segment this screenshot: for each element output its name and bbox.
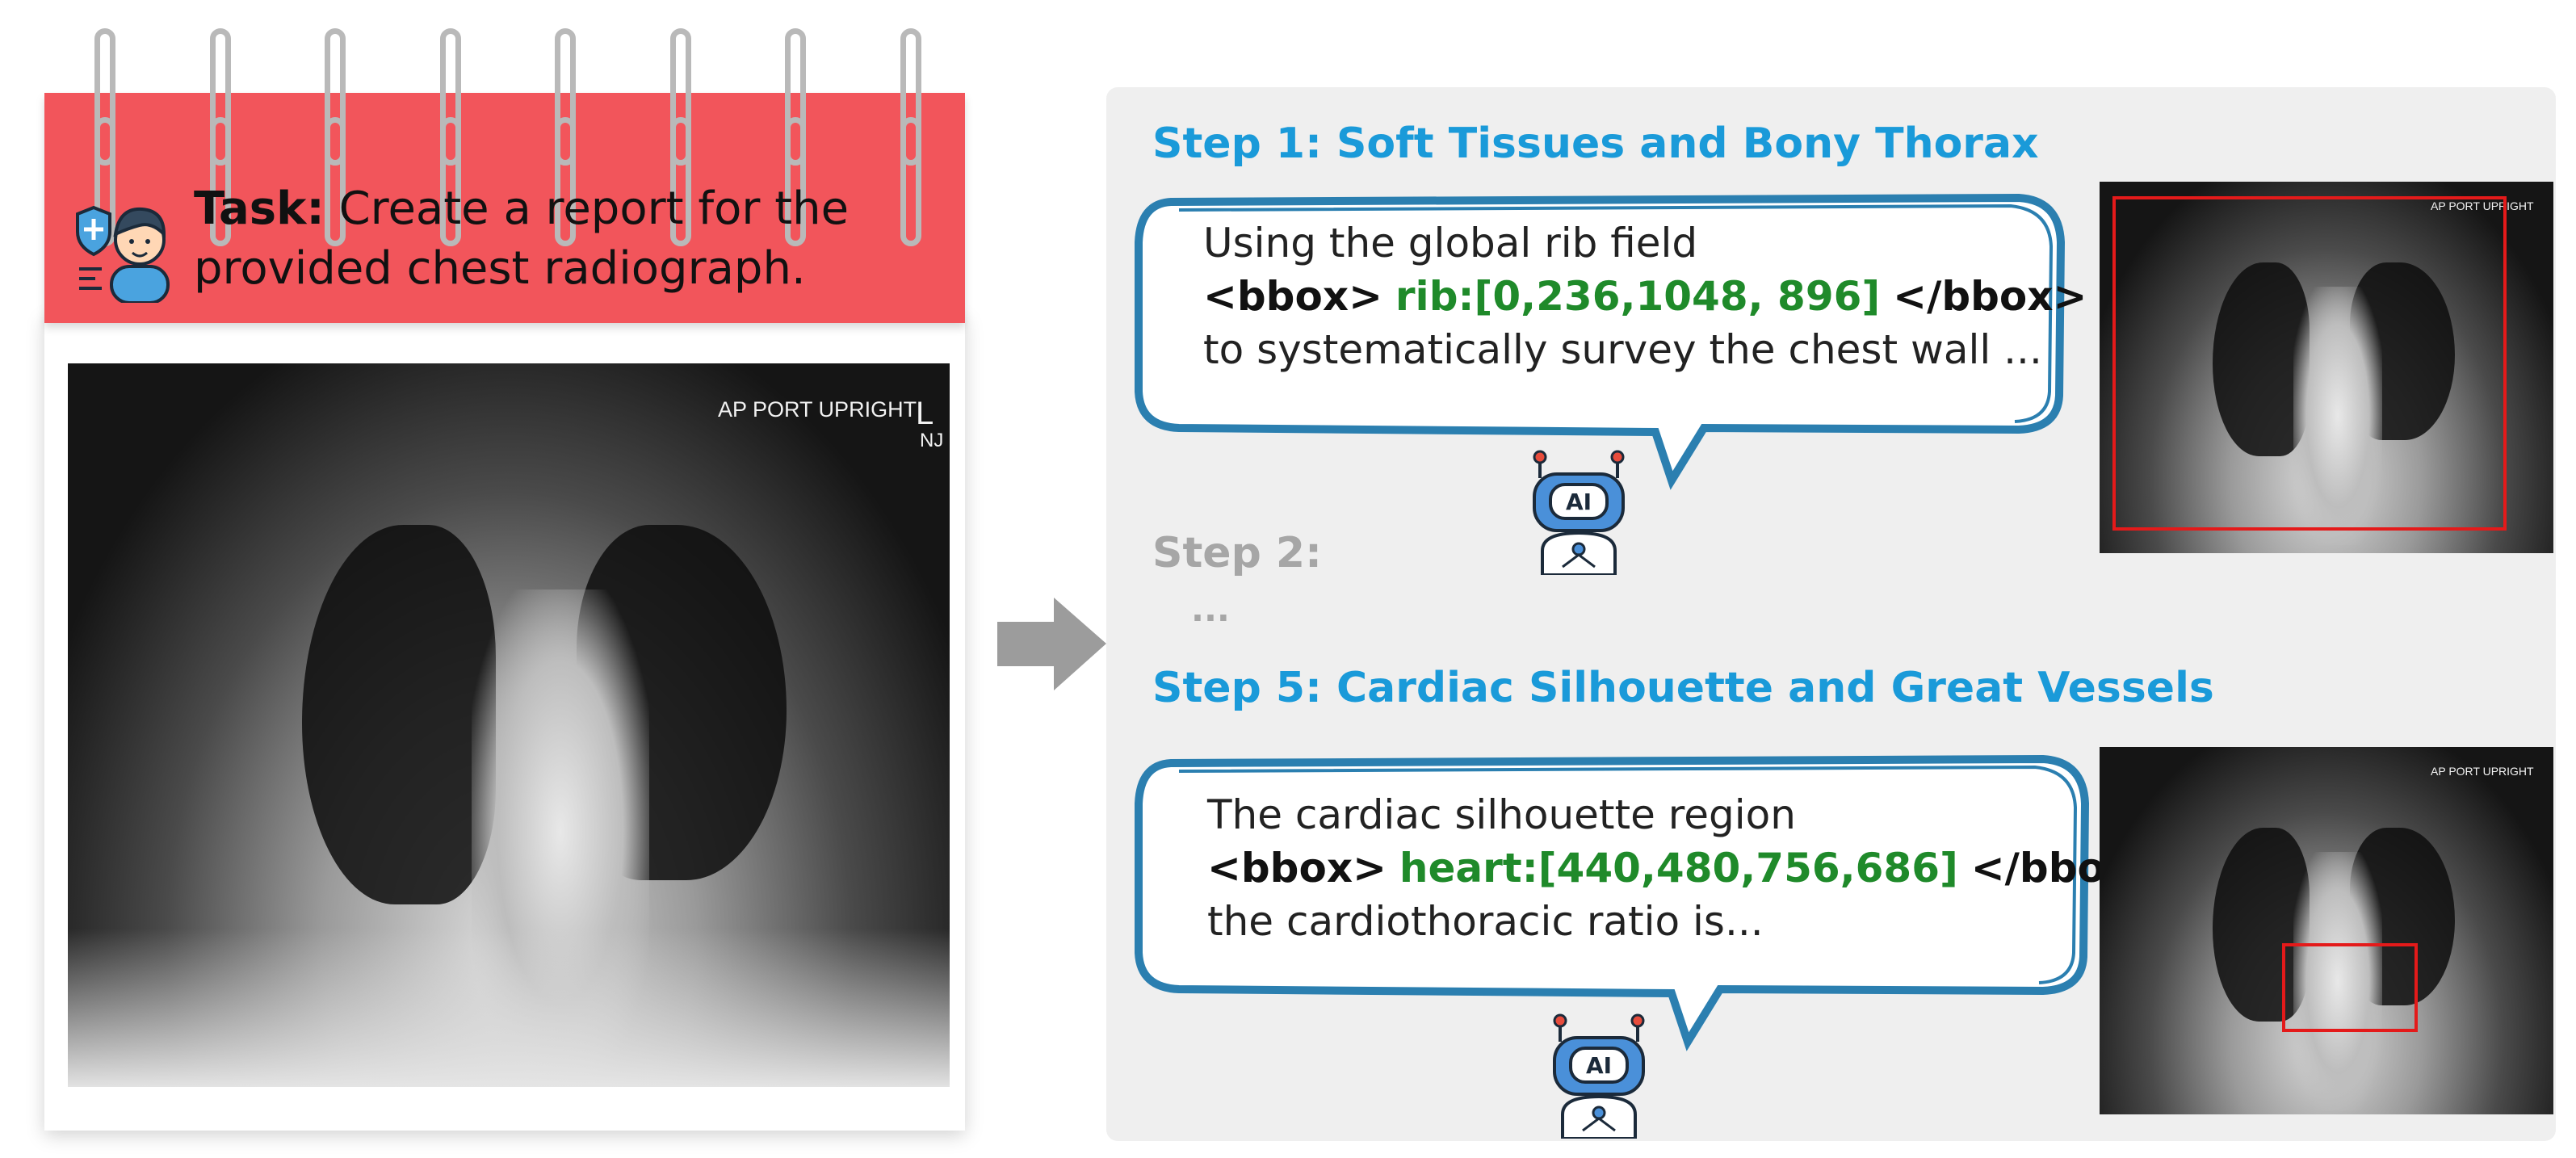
step1-close-tag: </bbox> (1893, 273, 2087, 320)
step1-line3: to systematically survey the chest wall … (1203, 326, 2042, 373)
step1-open-tag: <bbox> (1203, 273, 1382, 320)
ring-tops (44, 16, 965, 178)
chest-xray-step1: AP PORT UPRIGHT (2100, 182, 2553, 553)
chest-xray-step5: AP PORT UPRIGHT (2100, 747, 2553, 1114)
step5-title: Step 5: Cardiac Silhouette and Great Ves… (1152, 664, 2214, 712)
step5-line3: the cardiothoracic ratio is... (1207, 898, 1764, 945)
step2-title: Step 2: (1152, 529, 1322, 577)
task-label: Task: (194, 183, 325, 235)
heart-bbox (2282, 943, 2418, 1032)
task-text: Task: Create a report for the provided c… (194, 179, 921, 299)
robot-label: AI (1586, 1052, 1612, 1079)
step1-title: Step 1: Soft Tissues and Bony Thorax (1152, 120, 2039, 168)
step1-line1: Using the global rib field (1203, 220, 1698, 266)
doctor-icon (76, 205, 170, 303)
chest-xray-main: AP PORT UPRIGHT L NJ (68, 363, 950, 1087)
step5-line1: The cardiac silhouette region (1207, 791, 1796, 838)
robot-ai-icon: AI (1533, 450, 1625, 575)
robot-label: AI (1566, 489, 1592, 515)
robot-ai-icon: AI (1553, 1013, 1645, 1139)
step1-text: Using the global rib field <bbox> rib:[0… (1203, 216, 2087, 376)
xray-initials: NJ (920, 430, 944, 451)
step5-open-tag: <bbox> (1207, 845, 1387, 892)
xray-position-label: AP PORT UPRIGHT (2431, 765, 2534, 778)
rib-bbox (2112, 196, 2507, 531)
xray-side-marker: L (916, 396, 934, 431)
right-arrow-icon (997, 598, 1106, 690)
xray-position-label: AP PORT UPRIGHT (718, 397, 917, 422)
step2-ellipsis: ... (1191, 589, 1230, 629)
step1-coord: rib:[0,236,1048, 896] (1395, 273, 1881, 320)
step5-text: The cardiac silhouette region <bbox> hea… (1207, 788, 2165, 948)
step5-coord: heart:[440,480,756,686] (1399, 845, 1958, 892)
